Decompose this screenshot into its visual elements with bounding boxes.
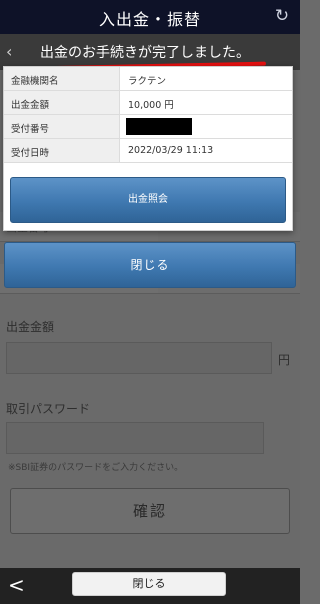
bottom-close-button[interactable]: 閉じる: [72, 572, 226, 596]
amount-value: 10,000 円: [128, 100, 174, 111]
password-note: ※SBI証券のパスワードをご入力ください。: [8, 463, 184, 473]
row-receipt-datetime: 受付日時 2022/03/29 11:13: [4, 139, 292, 163]
amount-heading: 出金金額: [6, 320, 55, 334]
amount-unit: 円: [278, 353, 291, 367]
row-bank-name: 金融機関名 ラクテン: [4, 67, 292, 91]
row-receipt-number: 受付番号: [4, 115, 292, 139]
completion-bar: ‹ 出金のお手続きが完了しました。: [0, 34, 300, 71]
password-heading: 取引パスワード: [6, 402, 91, 416]
page-title: 入出金・振替: [98, 10, 201, 29]
bottom-bar: < 閉じる: [0, 568, 300, 604]
bank-name-label: 金融機関名: [4, 67, 120, 90]
receipt-datetime-label: 受付日時: [4, 139, 120, 162]
redacted-receipt-number: [126, 118, 192, 135]
back-arrow-icon[interactable]: <: [8, 571, 25, 599]
app-header: 入出金・振替 ↻: [0, 0, 300, 34]
completion-dialog: 金融機関名 ラクテン 出金金額 10,000 円 受付番号 受付日時 2022/…: [3, 66, 293, 231]
close-button[interactable]: 閉じる: [4, 242, 296, 288]
row-amount: 出金金額 10,000 円: [4, 91, 292, 115]
completion-message: 出金のお手続きが完了しました。: [40, 45, 250, 61]
password-input[interactable]: [6, 422, 264, 454]
chevron-left-icon[interactable]: ‹: [6, 40, 22, 64]
receipt-number-label: 受付番号: [4, 115, 120, 138]
withdrawal-inquiry-button[interactable]: 出金照会: [10, 177, 286, 223]
amount-input[interactable]: [6, 342, 272, 374]
refresh-icon[interactable]: ↻: [272, 6, 292, 26]
amount-label: 出金金額: [4, 91, 120, 114]
receipt-datetime-value: 2022/03/29 11:13: [128, 145, 214, 156]
confirm-button[interactable]: 確認: [10, 488, 290, 534]
bank-name-value: ラクテン: [128, 76, 167, 87]
